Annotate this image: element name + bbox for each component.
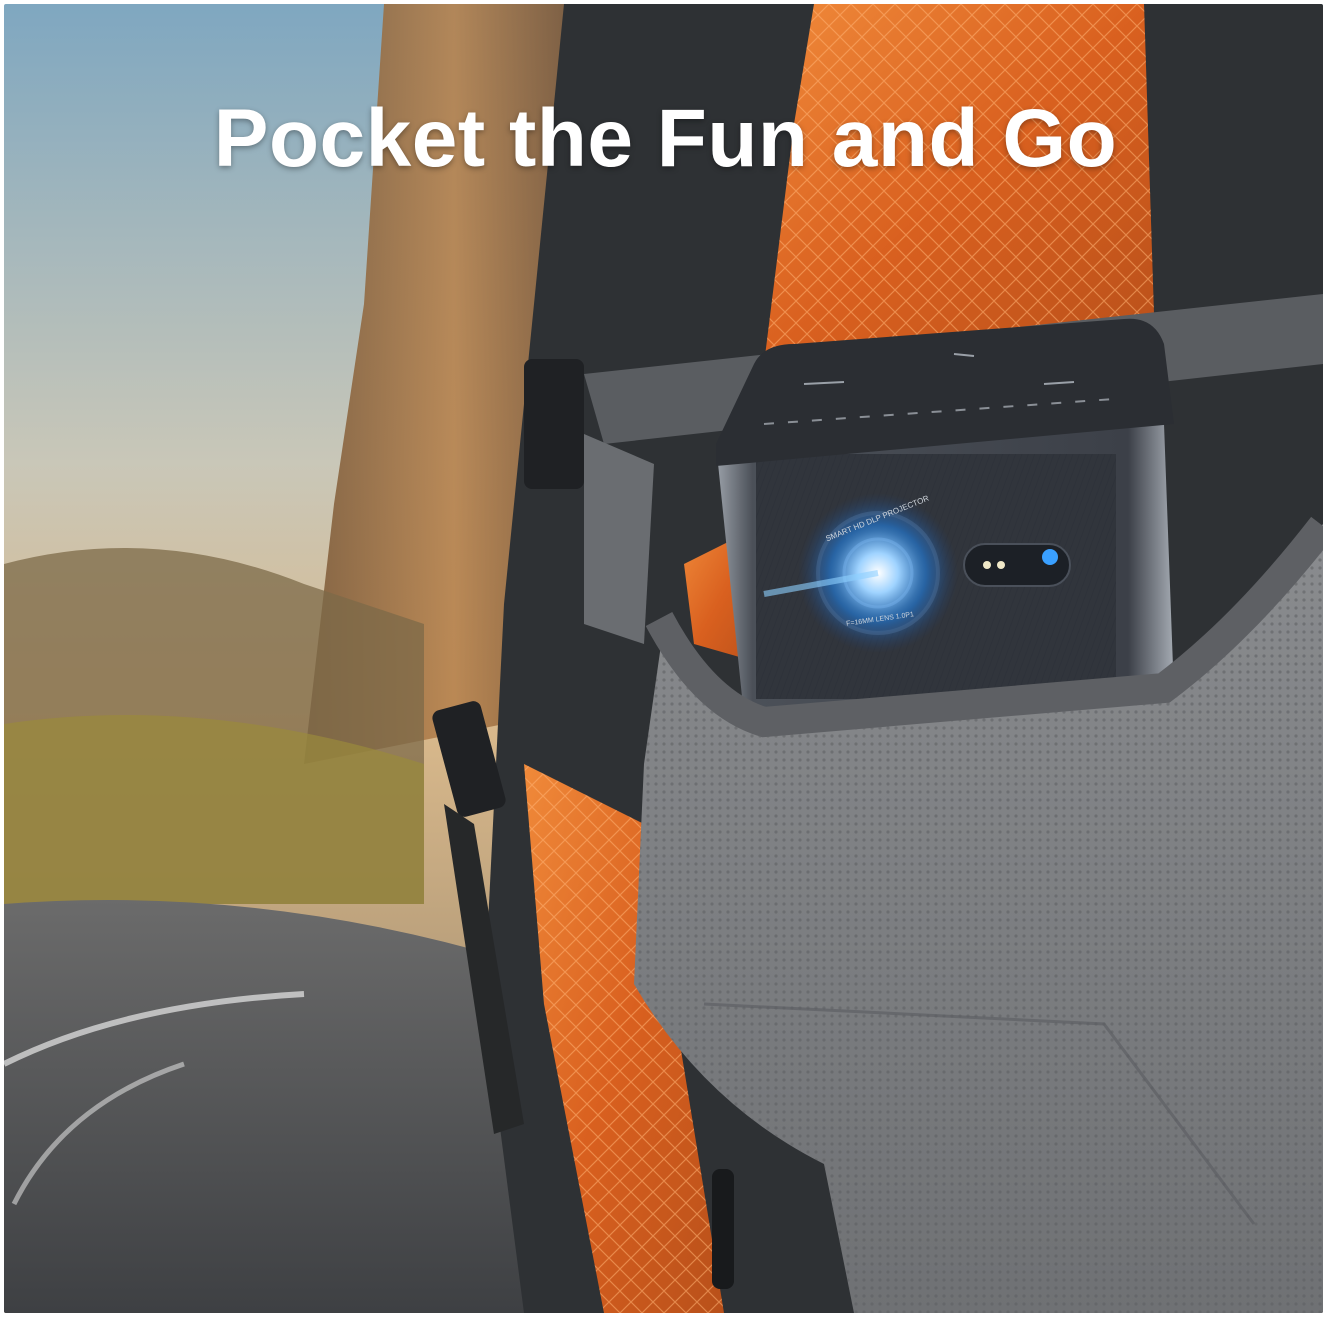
headline: Pocket the Fun and Go xyxy=(213,93,1118,184)
backpack-scene xyxy=(4,4,1323,1313)
product-image: SMART HD DLP PROJECTOR F=16MM LENS 1.0P1… xyxy=(4,4,1323,1313)
